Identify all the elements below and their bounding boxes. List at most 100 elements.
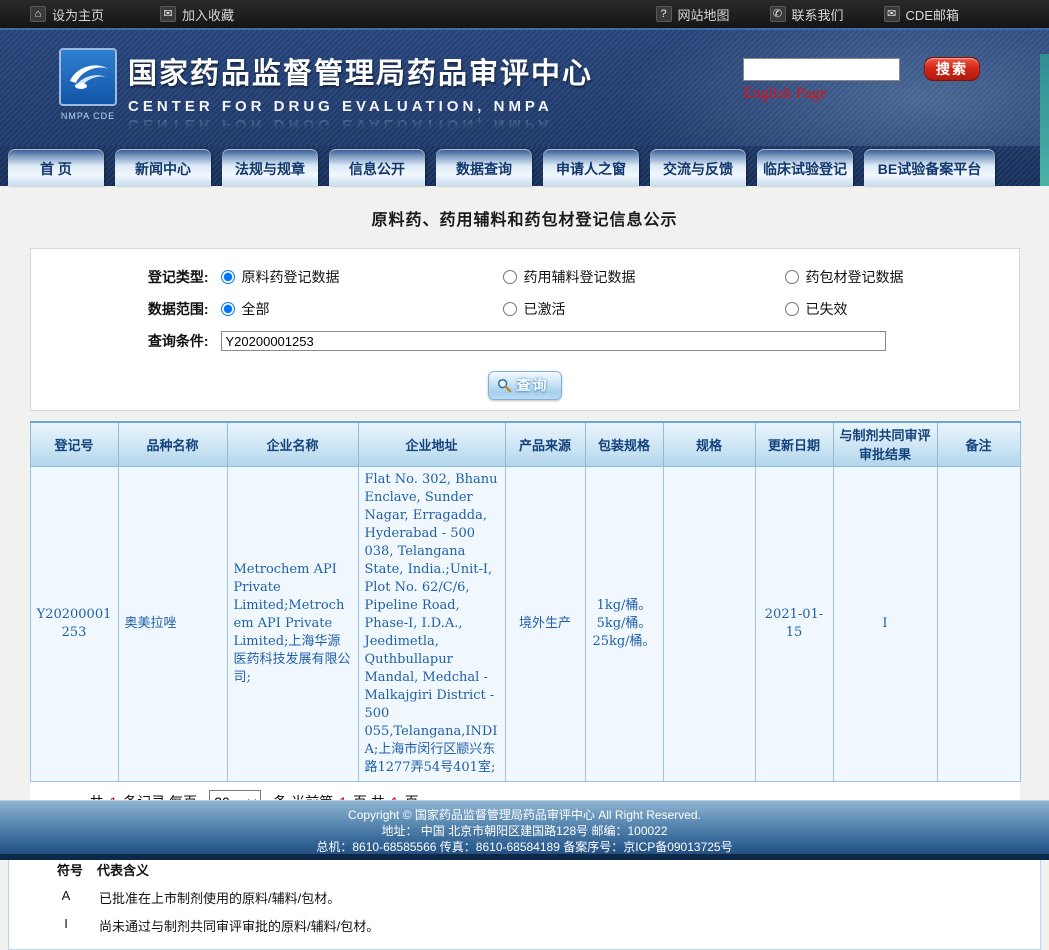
col-product-source: 产品来源 [504, 421, 586, 467]
cell-joint-review-result: I [832, 465, 938, 782]
col-joint-review-result: 与制剂共同审评审批结果 [832, 421, 938, 467]
set-home-label: 设为主页 [52, 7, 105, 23]
col-product-name: 品种名称 [117, 421, 228, 467]
teal-edge-decoration [1040, 54, 1049, 186]
tab-applicant-window[interactable]: 申请人之窗 [543, 149, 639, 186]
add-favorite-label: 加入收藏 [182, 7, 235, 23]
query-form: 登记类型: 原料药登记数据 药用辅料登记数据 药包材登记数据 数据范围: 全部 [29, 248, 1020, 411]
footer-copyright: Copyright © 国家药品监督管理局药品审评中心 All Right Re… [348, 808, 701, 822]
footer-address: 地址： 中国 北京市朝阳区建国路128号 邮编：100022 [381, 824, 668, 838]
note-col-meaning: 代表含义 [97, 862, 150, 878]
radio-scope-invalid[interactable]: 已失效 [784, 299, 985, 319]
col-reg-no: 登记号 [29, 421, 119, 467]
radio-excipient-label: 药用辅料登记数据 [523, 269, 636, 285]
brand-block: 国家药品监督管理局药品审评中心 CENTER FOR DRUG EVALUATI… [128, 50, 593, 133]
site-title: 国家药品监督管理局药品审评中心 [128, 58, 594, 90]
tab-data-query[interactable]: 数据查询 [436, 149, 532, 186]
main-nav: 首 页 新闻中心 法规与规章 信息公开 数据查询 申请人之窗 交流与反馈 临床试… [0, 146, 1049, 186]
tab-info-disclosure[interactable]: 信息公开 [329, 149, 425, 186]
radio-excipient-data[interactable]: 药用辅料登记数据 [502, 267, 785, 287]
logo-caption: NMPA CDE [60, 111, 116, 121]
header-search-button[interactable]: 搜索 [924, 57, 980, 81]
query-condition-label: 查询条件: [147, 333, 209, 349]
note-symbol-a: A [61, 887, 71, 903]
results-table-panel: 登记号 品种名称 企业名称 企业地址 产品来源 包装规格 规格 更新日期 与制剂… [29, 421, 1021, 822]
tab-clinical-trial-reg[interactable]: 临床试验登记 [757, 149, 853, 186]
tab-be-trial-platform[interactable]: BE试验备案平台 [864, 149, 995, 186]
contact-label: 联系我们 [791, 7, 844, 23]
radio-scope-activated-input[interactable] [502, 302, 517, 316]
mail-icon: ✉ [883, 6, 900, 22]
radio-scope-activated[interactable]: 已激活 [502, 299, 785, 319]
cell-remark [936, 465, 1021, 782]
query-condition-input[interactable] [220, 331, 886, 351]
tab-regulations[interactable]: 法规与规章 [222, 149, 318, 186]
results-table: 登记号 品种名称 企业名称 企业地址 产品来源 包装规格 规格 更新日期 与制剂… [29, 421, 1021, 782]
reg-type-label: 登记类型: [147, 269, 209, 285]
table-row[interactable]: Y20200001253 奥美拉唑 Metrochem API Private … [29, 465, 1021, 782]
site-subtitle: CENTER FOR DRUG EVALUATION, NMPA [128, 98, 553, 115]
note-col-symbol: 符号 [57, 862, 84, 878]
radio-excipient-input[interactable] [502, 270, 517, 284]
cde-mail-label: CDE邮箱 [905, 7, 959, 23]
contact-link[interactable]: ✆ 联系我们 [769, 5, 844, 24]
question-icon: ? [655, 6, 672, 22]
footer-contact: 总机：8610-68585566 传真：8610-68584189 备案序号：京… [316, 840, 733, 854]
radio-scope-activated-label: 已激活 [523, 301, 566, 317]
tab-communication[interactable]: 交流与反馈 [650, 149, 746, 186]
nmpa-cde-logo-icon [59, 48, 117, 106]
phone-icon: ✆ [769, 6, 786, 22]
radio-scope-all[interactable]: 全部 [220, 299, 503, 319]
envelope-icon: ✉ [160, 6, 177, 22]
tab-home[interactable]: 首 页 [8, 149, 104, 186]
radio-scope-all-label: 全部 [241, 301, 270, 317]
page-title: 原料药、药用辅料和药包材登记信息公示 [371, 212, 678, 229]
sitemap-link[interactable]: ? 网站地图 [655, 5, 730, 24]
col-remark: 备注 [936, 421, 1021, 467]
cde-mail-link[interactable]: ✉ CDE邮箱 [883, 5, 959, 24]
radio-raw-material-input[interactable] [220, 270, 235, 284]
sitemap-label: 网站地图 [677, 7, 730, 23]
cell-company-name: Metrochem API Private Limited;Metrochem … [226, 465, 359, 782]
top-utility-bar: ⌂ 设为主页 ✉ 加入收藏 ? 网站地图 ✆ 联系我们 ✉ CDE邮箱 [0, 0, 1049, 30]
radio-packaging-data[interactable]: 药包材登记数据 [784, 267, 985, 287]
cell-product-name: 奥美拉唑 [117, 465, 228, 782]
col-spec: 规格 [662, 421, 756, 467]
cell-update-date: 2021-01-15 [754, 465, 834, 782]
site-footer: Copyright © 国家药品监督管理局药品审评中心 All Right Re… [0, 800, 1049, 860]
note-row-i: I 尚未通过与制剂共同审评审批的原料/辅料/包材。 [9, 916, 1040, 935]
radio-packaging-input[interactable] [784, 270, 799, 284]
radio-scope-all-input[interactable] [220, 302, 235, 316]
radio-raw-material-data[interactable]: 原料药登记数据 [220, 267, 503, 287]
cell-package-spec: 1kg/桶。5kg/桶。25kg/桶。 [584, 465, 664, 782]
footer-bottom-strip [0, 854, 1049, 860]
radio-scope-invalid-label: 已失效 [805, 301, 848, 317]
col-company-name: 企业名称 [226, 421, 359, 467]
english-page-link[interactable]: English Page [743, 85, 827, 103]
note-meaning-i: 尚未通过与制剂共同审评审批的原料/辅料/包材。 [99, 918, 380, 934]
note-meaning-a: 已批准在上市制剂使用的原料/辅料/包材。 [99, 890, 341, 906]
set-home-link[interactable]: ⌂ 设为主页 [30, 5, 104, 24]
cell-product-source: 境外生产 [504, 465, 586, 782]
col-company-address: 企业地址 [357, 421, 506, 467]
site-header: NMPA CDE 国家药品监督管理局药品审评中心 CENTER FOR DRUG… [0, 30, 1049, 186]
cell-reg-no: Y20200001253 [29, 465, 119, 782]
query-button[interactable]: 查询 [487, 371, 562, 400]
radio-scope-invalid-input[interactable] [784, 302, 799, 316]
magnifier-icon [497, 378, 511, 392]
tab-news[interactable]: 新闻中心 [115, 149, 211, 186]
table-header-row: 登记号 品种名称 企业名称 企业地址 产品来源 包装规格 规格 更新日期 与制剂… [29, 421, 1021, 467]
note-row-a: A 已批准在上市制剂使用的原料/辅料/包材。 [9, 888, 1040, 907]
cell-spec [662, 465, 756, 782]
site-subtitle-reflection: CENTER FOR DRUG EVALUATION, NMPA [128, 116, 553, 133]
site-logo[interactable]: NMPA CDE [55, 48, 121, 121]
col-package-spec: 包装规格 [584, 421, 664, 467]
radio-raw-material-label: 原料药登记数据 [241, 269, 340, 285]
radio-packaging-label: 药包材登记数据 [805, 269, 904, 285]
cell-company-address: Flat No. 302, Bhanu Enclave, Sunder Naga… [357, 465, 506, 782]
col-update-date: 更新日期 [754, 421, 834, 467]
add-favorite-link[interactable]: ✉ 加入收藏 [160, 5, 234, 24]
note-symbol-i: I [64, 915, 68, 931]
header-search-input[interactable] [743, 57, 900, 81]
home-icon: ⌂ [30, 6, 46, 22]
